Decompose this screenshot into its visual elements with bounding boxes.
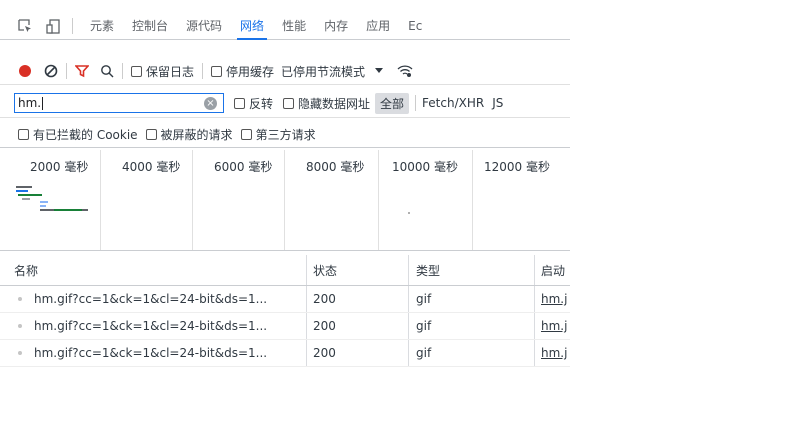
- header-type[interactable]: 类型: [416, 255, 526, 285]
- timeline-tick-label: 8000 毫秒: [306, 160, 365, 174]
- request-status: 200: [313, 292, 336, 306]
- tab-elements[interactable]: 元素: [81, 13, 123, 39]
- request-type: gif: [416, 319, 432, 333]
- timeline-bar: [16, 190, 28, 192]
- tab-sources[interactable]: 源代码: [177, 13, 231, 39]
- devtools-panel: 元素 控制台 源代码 网络 性能 内存 应用 Ec 保留日志 停用缓存 已停用节…: [0, 0, 570, 372]
- timeline-tick-label: 10000 毫秒: [392, 160, 458, 174]
- request-initiator-link[interactable]: hm.j: [541, 340, 570, 366]
- hide-data-urls-checkbox[interactable]: [283, 97, 295, 109]
- timeline-overview[interactable]: 2000 毫秒 4000 毫秒 6000 毫秒 8000 毫秒 10000 毫秒…: [0, 150, 570, 251]
- tab-network[interactable]: 网络: [231, 13, 273, 40]
- divider: [72, 18, 73, 34]
- timeline-tick-label: 2000 毫秒: [30, 160, 89, 174]
- timeline-bar: [18, 194, 42, 196]
- divider: [122, 63, 123, 79]
- timeline-column: 4000 毫秒: [100, 150, 193, 250]
- hide-data-urls-label: 隐藏数据网址: [298, 96, 371, 111]
- header-initiator[interactable]: 启动: [541, 255, 570, 285]
- timeline-tick-label: 4000 毫秒: [122, 160, 181, 174]
- filter-bar: hm. × 反转 隐藏数据网址 全部 Fetch/XHR JS: [0, 89, 570, 118]
- blocked-requests-checkbox[interactable]: [145, 128, 157, 140]
- timeline-bar: [40, 201, 48, 203]
- throttling-select[interactable]: 已停用节流模式: [281, 63, 365, 80]
- tab-bar: 元素 控制台 源代码 网络 性能 内存 应用 Ec: [0, 13, 570, 40]
- network-toolbar: 保留日志 停用缓存 已停用节流模式: [0, 58, 570, 85]
- clear-icon[interactable]: [44, 64, 58, 78]
- search-icon[interactable]: [100, 64, 114, 78]
- tab-application[interactable]: 应用: [357, 13, 399, 39]
- timeline-bar: [22, 198, 30, 200]
- timeline-column: 8000 毫秒: [284, 150, 379, 250]
- preserve-log-checkbox[interactable]: [131, 65, 142, 77]
- timeline-bar: [408, 212, 410, 214]
- preserve-log-label: 保留日志: [146, 64, 195, 79]
- timeline-column: 6000 毫秒: [192, 150, 285, 250]
- request-name: hm.gif?cc=1&ck=1&cl=24-bit&ds=1...: [34, 346, 268, 360]
- timeline-bar: [16, 186, 32, 188]
- tab-console[interactable]: 控制台: [123, 13, 177, 39]
- device-toolbar-icon[interactable]: [42, 18, 64, 34]
- timeline-column: 10000 毫秒: [378, 150, 473, 250]
- file-icon: [18, 324, 22, 328]
- file-icon: [18, 351, 22, 355]
- request-type: gif: [416, 346, 432, 360]
- record-icon[interactable]: [18, 64, 32, 78]
- third-party-label: 第三方请求: [255, 127, 316, 142]
- tab-overflow[interactable]: Ec: [399, 13, 431, 39]
- table-header: 名称 状态 类型 启动: [0, 255, 570, 286]
- header-name[interactable]: 名称: [14, 255, 304, 285]
- header-status[interactable]: 状态: [313, 255, 403, 285]
- blocked-cookies-label: 有已拦截的 Cookie: [33, 127, 138, 142]
- timeline-bar: [40, 205, 46, 207]
- inspect-element-icon[interactable]: [14, 18, 36, 34]
- divider: [66, 63, 67, 79]
- filter-fetch-xhr-button[interactable]: Fetch/XHR: [422, 96, 484, 110]
- invert-checkbox[interactable]: [234, 97, 245, 109]
- request-status: 200: [313, 346, 336, 360]
- timeline-column: 2000 毫秒: [0, 150, 101, 250]
- tab-performance[interactable]: 性能: [273, 13, 315, 39]
- clear-filter-icon[interactable]: ×: [204, 97, 217, 110]
- filter-icon[interactable]: [75, 64, 89, 78]
- timeline-tick-label: 6000 毫秒: [214, 160, 273, 174]
- filter-all-button[interactable]: 全部: [375, 92, 410, 114]
- file-icon: [18, 297, 22, 301]
- filter-input-value: hm.: [18, 96, 42, 110]
- request-name: hm.gif?cc=1&ck=1&cl=24-bit&ds=1...: [34, 319, 268, 333]
- third-party-checkbox[interactable]: [240, 128, 252, 140]
- request-type: gif: [416, 292, 432, 306]
- dropdown-arrow-icon[interactable]: [375, 68, 384, 74]
- filter-input[interactable]: hm. ×: [14, 93, 224, 113]
- table-row[interactable]: hm.gif?cc=1&ck=1&cl=24-bit&ds=1... 200 g…: [0, 340, 570, 367]
- request-initiator-link[interactable]: hm.j: [541, 286, 570, 312]
- tab-memory[interactable]: 内存: [315, 13, 357, 39]
- blocked-cookies-checkbox[interactable]: [18, 128, 29, 140]
- request-name: hm.gif?cc=1&ck=1&cl=24-bit&ds=1...: [34, 292, 268, 306]
- timeline-bar: [54, 209, 82, 211]
- disable-cache-checkbox[interactable]: [211, 65, 223, 77]
- timeline-tick-label: 12000 毫秒: [484, 160, 550, 174]
- blocked-requests-label: 被屏蔽的请求: [160, 127, 233, 142]
- table-row[interactable]: hm.gif?cc=1&ck=1&cl=24-bit&ds=1... 200 g…: [0, 286, 570, 313]
- request-initiator-link[interactable]: hm.j: [541, 313, 570, 339]
- timeline-column: 12000 毫秒: [472, 150, 570, 250]
- invert-label: 反转: [249, 96, 274, 111]
- divider: [202, 63, 204, 79]
- divider: [415, 95, 417, 111]
- request-table: 名称 状态 类型 启动 hm.gif?cc=1&ck=1&cl=24-bit&d…: [0, 255, 570, 367]
- cookie-filter-bar: 有已拦截的 Cookie 被屏蔽的请求 第三方请求: [0, 121, 570, 148]
- disable-cache-label: 停用缓存: [226, 64, 275, 79]
- network-conditions-icon[interactable]: [397, 64, 413, 78]
- table-row[interactable]: hm.gif?cc=1&ck=1&cl=24-bit&ds=1... 200 g…: [0, 313, 570, 340]
- request-status: 200: [313, 319, 336, 333]
- filter-js-button[interactable]: JS: [492, 96, 503, 110]
